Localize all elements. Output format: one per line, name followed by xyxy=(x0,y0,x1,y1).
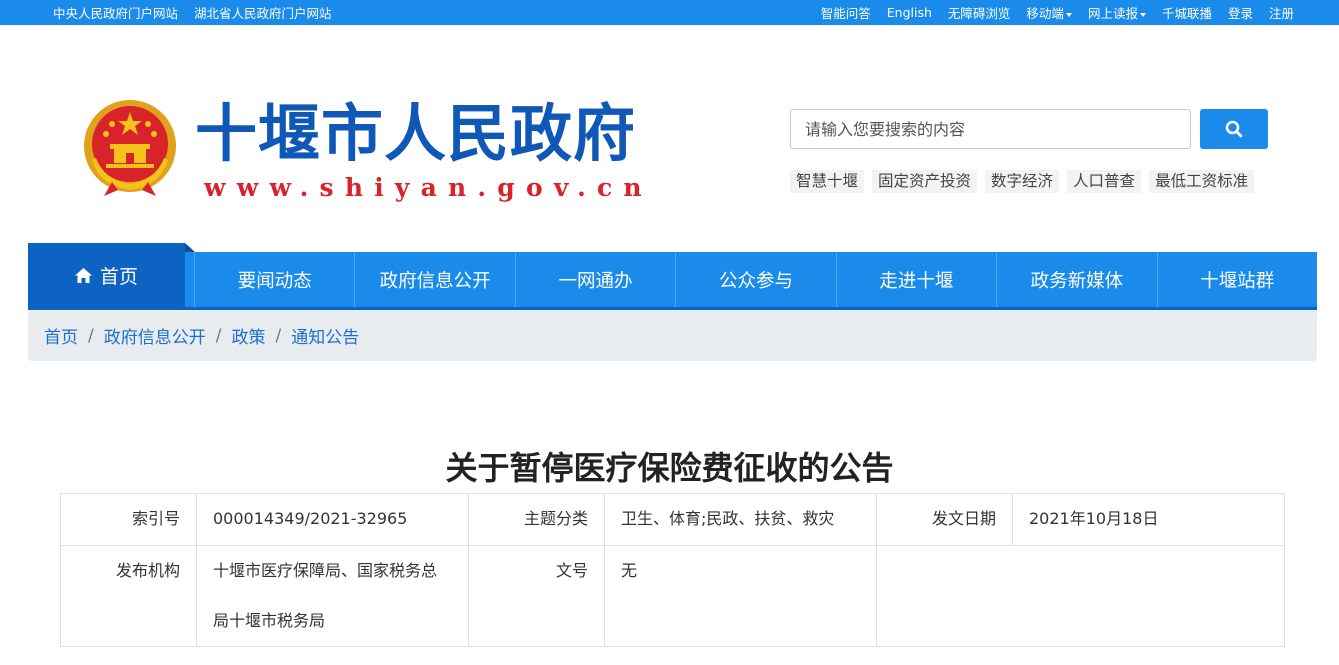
link-city-broadcast[interactable]: 千城联播 xyxy=(1162,3,1212,22)
nav-item-online-service[interactable]: 一网通办 xyxy=(514,252,675,307)
top-bar-right-links: 智能问答 English 无障碍浏览 移动端 网上读报 千城联播 登录 注册 xyxy=(821,0,1294,25)
meta-index-label: 索引号 xyxy=(60,493,197,546)
link-hubei-gov[interactable]: 湖北省人民政府门户网站 xyxy=(194,3,332,22)
breadcrumb-policy[interactable]: 政策 xyxy=(231,323,265,348)
breadcrumb-separator: / xyxy=(88,325,94,346)
menu-mobile-label: 移动端 xyxy=(1026,6,1064,21)
table-row: 索引号 000014349/2021-32965 主题分类 卫生、体育;民政、扶… xyxy=(60,493,1285,546)
hot-link-min-wage[interactable]: 最低工资标准 xyxy=(1149,170,1255,193)
nav-item-public-participation[interactable]: 公众参与 xyxy=(675,252,835,307)
table-row: 发布机构 十堰市医疗保障局、国家税务总局十堰市税务局 文号 无 xyxy=(60,545,1285,647)
hot-link-census[interactable]: 人口普查 xyxy=(1067,170,1142,193)
meta-issuer-label: 发布机构 xyxy=(60,545,197,647)
menu-online-newspaper[interactable]: 网上读报 xyxy=(1088,3,1146,22)
menu-mobile[interactable]: 移动端 xyxy=(1026,3,1072,22)
link-english[interactable]: English xyxy=(887,5,932,20)
nav-item-news[interactable]: 要闻动态 xyxy=(194,252,354,307)
article-meta-table: 索引号 000014349/2021-32965 主题分类 卫生、体育;民政、扶… xyxy=(60,493,1285,647)
caret-down-icon xyxy=(1065,12,1072,17)
hot-link-smart-shiyan[interactable]: 智慧十堰 xyxy=(790,170,865,193)
hot-link-digital-economy[interactable]: 数字经济 xyxy=(985,170,1060,193)
link-central-gov[interactable]: 中央人民政府门户网站 xyxy=(53,3,178,22)
breadcrumb-separator: / xyxy=(275,325,282,346)
breadcrumb-notice[interactable]: 通知公告 xyxy=(291,323,359,348)
meta-date-label: 发文日期 xyxy=(876,493,1013,546)
breadcrumb-separator: / xyxy=(215,325,222,346)
nav-item-new-media[interactable]: 政务新媒体 xyxy=(996,252,1156,307)
meta-docno-value: 无 xyxy=(604,545,877,647)
link-accessibility[interactable]: 无障碍浏览 xyxy=(948,3,1011,22)
caret-down-icon xyxy=(1139,12,1146,17)
site-name: 十堰市人民政府 xyxy=(195,97,637,170)
nav-item-about-shiyan[interactable]: 走进十堰 xyxy=(835,252,996,307)
nav-items: 要闻动态 政府信息公开 一网通办 公众参与 走进十堰 政务新媒体 十堰站群 xyxy=(194,252,1317,307)
site-url: www.shiyan.gov.cn xyxy=(204,173,653,202)
national-emblem-logo xyxy=(84,100,176,196)
login-link[interactable]: 登录 xyxy=(1228,3,1253,22)
meta-date-value: 2021年10月18日 xyxy=(1012,493,1285,546)
meta-empty-cell xyxy=(876,545,1285,647)
menu-online-newspaper-label: 网上读报 xyxy=(1087,6,1138,21)
main-nav: 首页 要闻动态 政府信息公开 一网通办 公众参与 走进十堰 政务新媒体 十堰站群 xyxy=(28,243,1317,310)
home-icon xyxy=(74,267,92,283)
nav-item-site-group[interactable]: 十堰站群 xyxy=(1156,252,1317,307)
top-bar-left-links: 中央人民政府门户网站 湖北省人民政府门户网站 xyxy=(53,0,332,25)
search-icon xyxy=(1225,120,1243,138)
breadcrumb-gov-info[interactable]: 政府信息公开 xyxy=(104,323,206,348)
link-smart-qa[interactable]: 智能问答 xyxy=(821,3,871,22)
meta-topic-label: 主题分类 xyxy=(468,493,605,546)
article-title: 关于暂停医疗保险费征收的公告 xyxy=(445,449,894,487)
search-button[interactable] xyxy=(1200,109,1268,149)
register-link[interactable]: 注册 xyxy=(1269,3,1294,22)
nav-home[interactable]: 首页 xyxy=(28,243,195,307)
hot-search-links: 智慧十堰 固定资产投资 数字经济 人口普查 最低工资标准 xyxy=(790,170,1255,193)
meta-topic-value: 卫生、体育;民政、扶贫、救灾 xyxy=(604,493,877,546)
meta-issuer-value: 十堰市医疗保障局、国家税务总局十堰市税务局 xyxy=(196,545,469,647)
nav-item-gov-info[interactable]: 政府信息公开 xyxy=(354,252,514,307)
breadcrumb: 首页 / 政府信息公开 / 政策 / 通知公告 xyxy=(28,310,1317,361)
nav-home-label: 首页 xyxy=(99,265,138,288)
hot-link-fixed-asset[interactable]: 固定资产投资 xyxy=(872,170,978,193)
search-input[interactable] xyxy=(790,109,1191,149)
breadcrumb-home[interactable]: 首页 xyxy=(44,323,78,348)
top-bar: 中央人民政府门户网站 湖北省人民政府门户网站 智能问答 English 无障碍浏… xyxy=(0,0,1339,25)
meta-index-value: 000014349/2021-32965 xyxy=(196,493,469,546)
meta-docno-label: 文号 xyxy=(468,545,605,647)
